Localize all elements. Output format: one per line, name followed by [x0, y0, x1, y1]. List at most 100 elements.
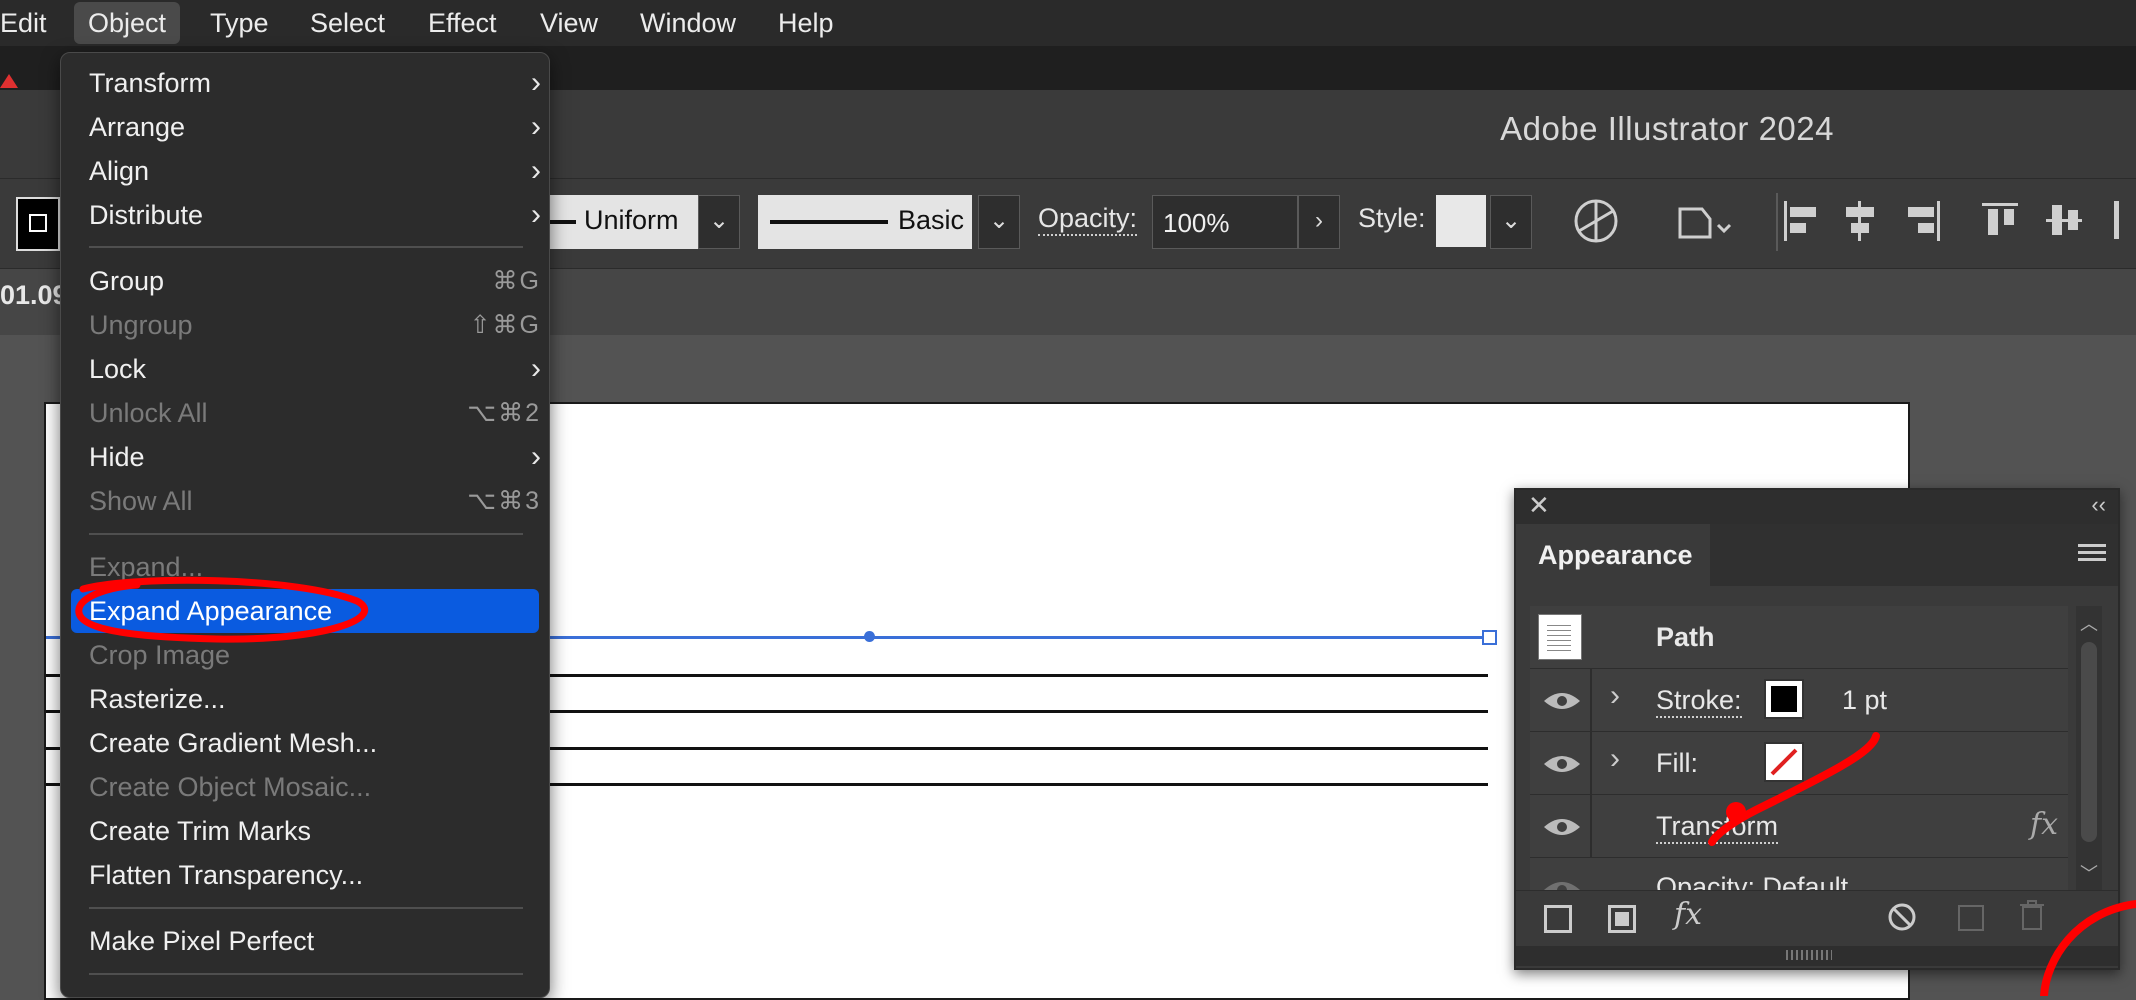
menu-edit[interactable]: Edit	[0, 0, 61, 46]
menu-item-group[interactable]: Group ⌘G	[89, 259, 541, 303]
fill-stroke-swatch[interactable]	[16, 197, 60, 251]
menu-item-create-object-mosaic[interactable]: Create Object Mosaic...	[89, 765, 541, 809]
stroke-label[interactable]: Stroke:	[1656, 685, 1742, 718]
menu-item-unlock-all[interactable]: Unlock All ⌥⌘2	[89, 391, 541, 435]
chevron-down-icon: ⌄	[1500, 207, 1522, 234]
object-type-label: Path	[1656, 622, 1715, 652]
menu-item-lock[interactable]: Lock ›	[89, 347, 541, 391]
align-bottom-icon[interactable]	[2114, 201, 2119, 239]
profile-line-icon	[548, 220, 576, 224]
opacity-label[interactable]: Opacity:	[1038, 203, 1138, 236]
scroll-up-icon[interactable]: ︿	[2080, 610, 2098, 636]
eye-icon[interactable]	[1542, 815, 1582, 839]
brush-select[interactable]: Basic	[758, 195, 972, 249]
menu-separator	[89, 973, 523, 975]
menu-item-flatten-transparency[interactable]: Flatten Transparency...	[89, 853, 541, 897]
menu-object[interactable]: Object	[74, 2, 181, 44]
clear-appearance-icon[interactable]	[1886, 901, 1918, 933]
menu-item-label: Hide	[89, 442, 145, 472]
chevron-down-icon: ⌄	[988, 207, 1010, 234]
opacity-row[interactable]: Opacity: Default	[1530, 858, 2068, 891]
collapse-icon[interactable]: ‹‹	[2091, 492, 2106, 518]
menu-item-hide[interactable]: Hide ›	[89, 435, 541, 479]
align-top-icon[interactable]	[1980, 197, 2020, 245]
document-tab-label[interactable]: 01.09	[0, 280, 68, 311]
stroke-profile-select[interactable]: Uniform	[548, 195, 698, 249]
menu-view[interactable]: View	[526, 0, 612, 46]
menu-item-arrange[interactable]: Arrange ›	[89, 105, 541, 149]
expand-chevron-icon[interactable]: ›	[1610, 742, 1620, 776]
style-label: Style:	[1358, 203, 1426, 233]
menu-item-distribute[interactable]: Distribute ›	[89, 193, 541, 237]
scrollbar-thumb[interactable]	[2081, 642, 2097, 842]
panel-menu-icon[interactable]	[2078, 540, 2106, 565]
align-right-icon[interactable]	[1904, 197, 1944, 245]
panel-resize-bar[interactable]	[1516, 946, 2118, 966]
divider	[1776, 193, 1778, 251]
menu-item-align[interactable]: Align ›	[89, 149, 541, 193]
opacity-input[interactable]: 100%	[1152, 195, 1298, 249]
expand-chevron-icon[interactable]: ›	[1610, 679, 1620, 713]
menu-effect[interactable]: Effect	[414, 0, 511, 46]
style-dropdown[interactable]: ⌄	[1490, 195, 1532, 249]
duplicate-item-icon[interactable]	[1958, 905, 1984, 931]
menu-separator	[89, 907, 523, 909]
anchor-point-handle[interactable]	[1482, 630, 1497, 645]
menu-item-label: Transform	[89, 68, 212, 98]
opacity-label[interactable]: Opacity: Default	[1656, 872, 1848, 890]
fill-label[interactable]: Fill:	[1656, 748, 1698, 779]
path-center-point[interactable]	[864, 631, 875, 642]
menu-item-create-trim-marks[interactable]: Create Trim Marks	[89, 809, 541, 853]
brush-dropdown[interactable]: ⌄	[978, 195, 1020, 249]
menu-item-label: Group	[89, 266, 165, 296]
menu-item-transform[interactable]: Transform ›	[89, 61, 541, 105]
menu-window[interactable]: Window	[626, 0, 750, 46]
menu-item-ungroup[interactable]: Ungroup ⇧⌘G	[89, 303, 541, 347]
menu-type[interactable]: Type	[196, 0, 283, 46]
menu-item-label: Unlock All	[89, 398, 208, 428]
fx-icon[interactable]: fx	[2030, 807, 2058, 842]
align-left-icon[interactable]	[1780, 197, 1820, 245]
scrollbar[interactable]: ︿ ﹀	[2076, 606, 2102, 890]
align-vertical-center-icon[interactable]	[2044, 197, 2084, 245]
app-warning-icon	[0, 74, 18, 88]
stroke-weight-value[interactable]: 1 pt	[1842, 685, 1887, 716]
menu-item-show-all[interactable]: Show All ⌥⌘3	[89, 479, 541, 523]
menu-item-label: Create Trim Marks	[89, 816, 312, 846]
menu-help[interactable]: Help	[764, 0, 848, 46]
menu-select[interactable]: Select	[296, 0, 399, 46]
add-stroke-icon[interactable]	[1544, 905, 1572, 933]
add-fill-icon[interactable]	[1608, 905, 1636, 933]
appearance-panel: ✕ ‹‹ Appearance Path › Stroke: 1 pt › Fi…	[1514, 488, 2120, 970]
scroll-down-icon[interactable]: ﹀	[2080, 860, 2098, 886]
resize-grip-icon[interactable]	[1786, 950, 1832, 960]
object-menu: Transform › Arrange › Align › Distribute › G…	[60, 52, 550, 998]
close-icon[interactable]: ✕	[1528, 490, 1550, 521]
menu-separator	[89, 246, 523, 248]
divider	[1590, 732, 1592, 794]
stroke-row[interactable]: › Stroke: 1 pt	[1530, 669, 2068, 732]
menu-item-rasterize[interactable]: Rasterize...	[89, 677, 541, 721]
chevron-right-icon: ›	[531, 154, 541, 187]
recolor-artwork-icon[interactable]	[1572, 197, 1620, 245]
black-swatch-icon	[1771, 686, 1797, 712]
menu-item-create-gradient-mesh[interactable]: Create Gradient Mesh...	[89, 721, 541, 765]
stroke-profile-dropdown[interactable]: ⌄	[698, 195, 740, 249]
eye-icon[interactable]	[1542, 752, 1582, 776]
annotation-circle	[75, 576, 369, 643]
menu-item-label: Flatten Transparency...	[89, 860, 364, 890]
stroke-color-swatch[interactable]	[1764, 679, 1804, 719]
tab-appearance[interactable]: Appearance	[1516, 524, 1710, 586]
align-horizontal-center-icon[interactable]	[1840, 197, 1880, 245]
chevron-right-icon: ›	[531, 66, 541, 99]
menu-item-make-pixel-perfect[interactable]: Make Pixel Perfect	[89, 919, 541, 963]
path-row[interactable]: Path	[1530, 606, 2068, 669]
eye-icon[interactable]	[1542, 689, 1582, 713]
panel-title: Appearance	[1538, 540, 1693, 570]
shape-tool-icon[interactable]	[1674, 197, 1734, 245]
chevron-right-icon: ›	[531, 110, 541, 143]
add-effect-icon[interactable]: fx	[1674, 897, 1702, 932]
opacity-expand-button[interactable]: ›	[1298, 195, 1340, 249]
menu-shortcut: ⇧⌘G	[469, 311, 541, 339]
style-swatch[interactable]	[1436, 195, 1486, 247]
